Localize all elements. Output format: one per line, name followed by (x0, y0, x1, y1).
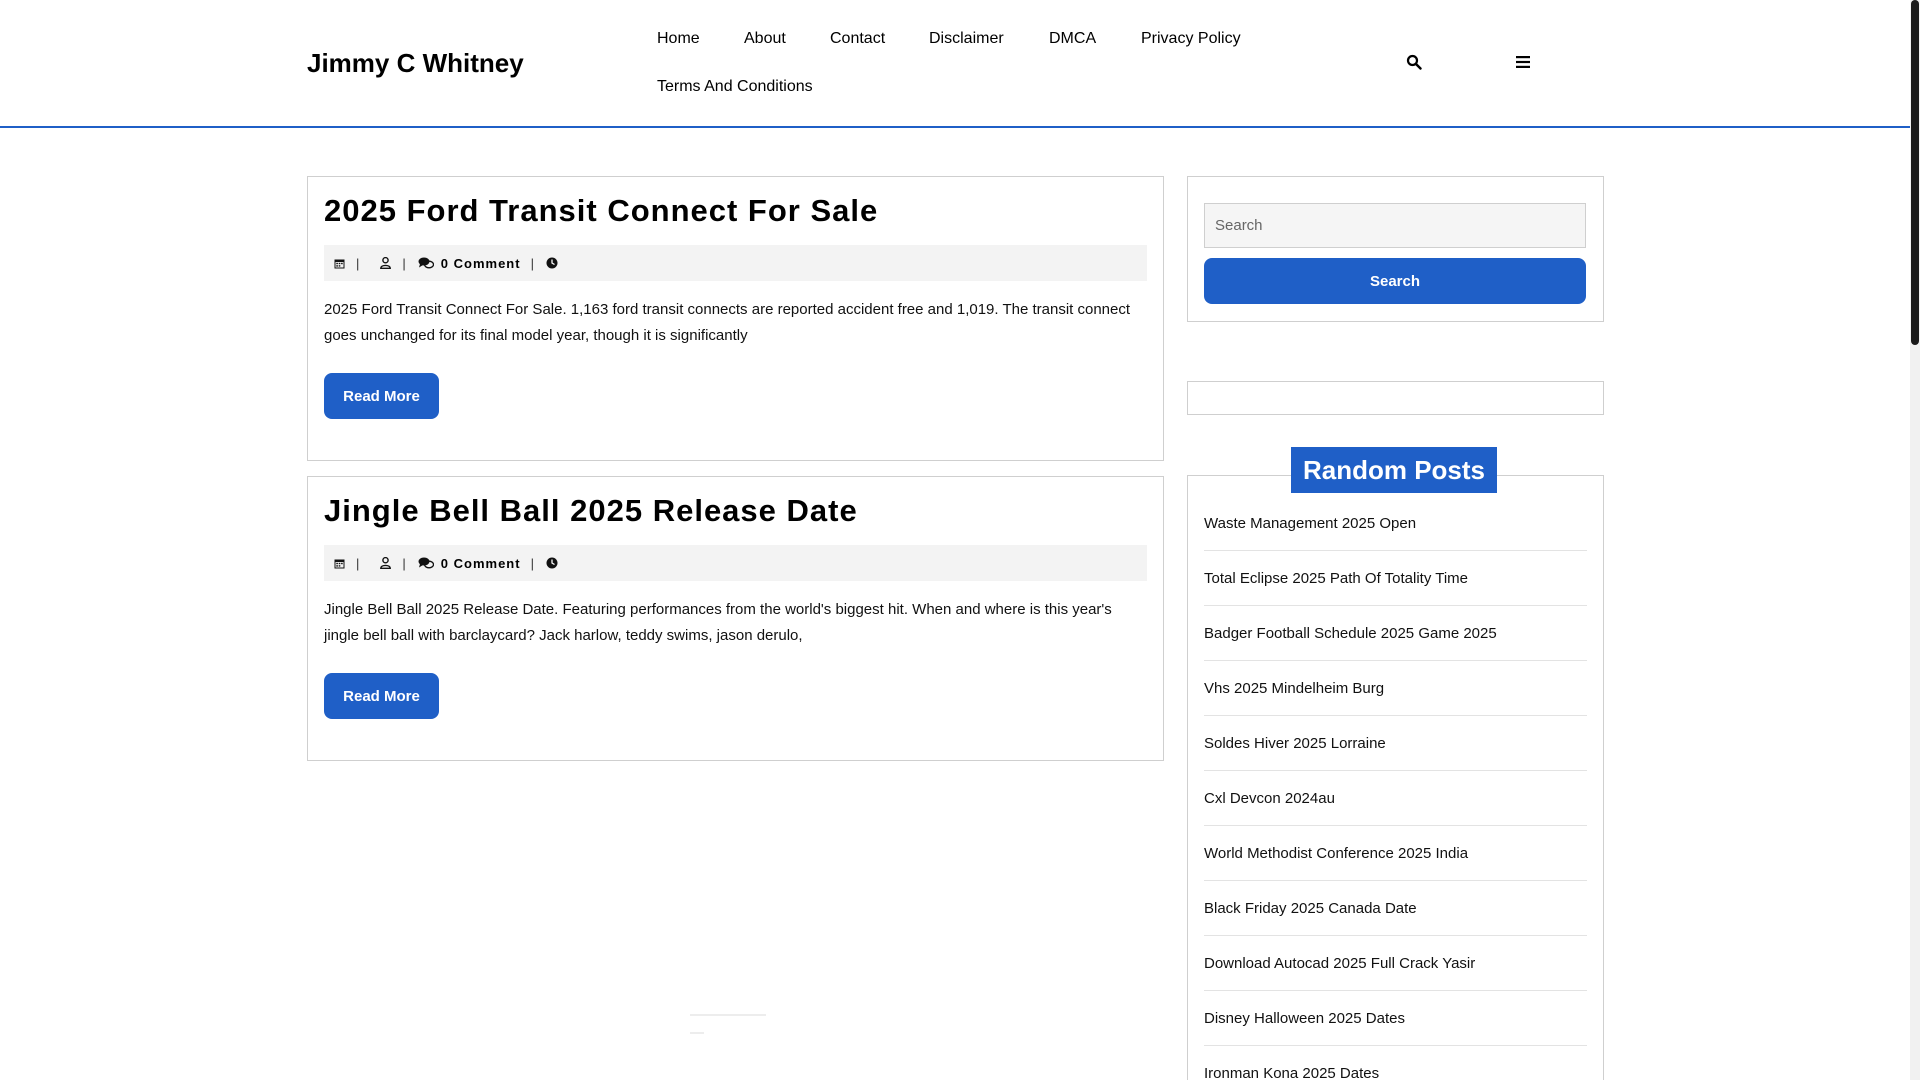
random-post-link[interactable]: World Methodist Conference 2025 India (1204, 845, 1468, 862)
comment-count[interactable]: 0 Comment (441, 556, 521, 571)
list-item: World Methodist Conference 2025 India (1204, 826, 1587, 881)
nav-item-contact[interactable]: Contact (830, 30, 885, 48)
nav-item-dmca[interactable]: DMCA (1049, 30, 1096, 48)
site-title[interactable]: Jimmy C Whitney (307, 48, 524, 79)
clock-icon (545, 256, 559, 270)
empty-widget (1187, 381, 1604, 415)
nav-item-disclaimer[interactable]: Disclaimer (929, 30, 1004, 48)
read-more-button[interactable]: Read More (324, 373, 439, 419)
random-post-link[interactable]: Cxl Devcon 2024au (1204, 790, 1335, 807)
comments-icon (417, 556, 435, 570)
random-post-link[interactable]: Disney Halloween 2025 Dates (1204, 1010, 1405, 1027)
faint-artifact (690, 1012, 770, 1036)
list-item: Disney Halloween 2025 Dates (1204, 991, 1587, 1046)
list-item: Badger Football Schedule 2025 Game 2025 (1204, 606, 1587, 661)
list-item: Ironman Kona 2025 Dates (1204, 1046, 1587, 1080)
meta-separator: | (530, 255, 535, 271)
random-posts-list: Waste Management 2025 Open Total Eclipse… (1204, 496, 1587, 1080)
hamburger-menu-icon[interactable] (1513, 52, 1533, 72)
site-header: Jimmy C Whitney Home About Contact Discl… (0, 0, 1910, 128)
comment-count[interactable]: 0 Comment (441, 256, 521, 271)
user-icon (378, 256, 392, 270)
list-item: Total Eclipse 2025 Path Of Totality Time (1204, 551, 1587, 606)
scrollbar-thumb[interactable] (1911, 0, 1919, 345)
meta-separator: | (356, 555, 361, 571)
random-post-link[interactable]: Vhs 2025 Mindelheim Burg (1204, 680, 1384, 697)
post-title[interactable]: 2025 Ford Transit Connect For Sale (324, 193, 878, 229)
list-item: Vhs 2025 Mindelheim Burg (1204, 661, 1587, 716)
nav-item-about[interactable]: About (744, 30, 786, 48)
meta-separator: | (356, 255, 361, 271)
list-item: Waste Management 2025 Open (1204, 496, 1587, 551)
post-title[interactable]: Jingle Bell Ball 2025 Release Date (324, 493, 858, 529)
search-widget: Search (1187, 176, 1604, 322)
meta-separator: | (402, 255, 407, 271)
meta-separator: | (530, 555, 535, 571)
random-post-link[interactable]: Waste Management 2025 Open (1204, 515, 1416, 532)
search-icon[interactable] (1404, 52, 1424, 72)
list-item: Soldes Hiver 2025 Lorraine (1204, 716, 1587, 771)
user-icon (378, 556, 392, 570)
post-excerpt: Jingle Bell Ball 2025 Release Date. Feat… (324, 601, 1112, 644)
random-post-link[interactable]: Ironman Kona 2025 Dates (1204, 1065, 1379, 1080)
random-post-link[interactable]: Soldes Hiver 2025 Lorraine (1204, 735, 1386, 752)
search-input[interactable] (1204, 203, 1586, 248)
nav-item-home[interactable]: Home (657, 30, 700, 48)
post-card: 2025 Ford Transit Connect For Sale | | 0… (307, 176, 1164, 461)
list-item: Cxl Devcon 2024au (1204, 771, 1587, 826)
random-posts-title: Random Posts (1291, 447, 1497, 493)
search-button[interactable]: Search (1204, 258, 1586, 304)
nav-item-terms[interactable]: Terms And Conditions (657, 78, 813, 96)
post-card: Jingle Bell Ball 2025 Release Date | | 0… (307, 476, 1164, 761)
list-item: Download Autocad 2025 Full Crack Yasir (1204, 936, 1587, 991)
calendar-icon (332, 256, 346, 270)
meta-separator: | (402, 555, 407, 571)
calendar-icon (332, 556, 346, 570)
random-post-link[interactable]: Download Autocad 2025 Full Crack Yasir (1204, 955, 1475, 972)
random-post-link[interactable]: Black Friday 2025 Canada Date (1204, 900, 1417, 917)
random-post-link[interactable]: Total Eclipse 2025 Path Of Totality Time (1204, 570, 1468, 587)
post-meta: | | 0 Comment | (324, 245, 1147, 281)
random-post-link[interactable]: Badger Football Schedule 2025 Game 2025 (1204, 625, 1497, 642)
page-scrollbar[interactable] (1910, 0, 1920, 1080)
read-more-button[interactable]: Read More (324, 673, 439, 719)
clock-icon (545, 556, 559, 570)
nav-item-privacy-policy[interactable]: Privacy Policy (1141, 30, 1241, 48)
list-item: Black Friday 2025 Canada Date (1204, 881, 1587, 936)
comments-icon (417, 256, 435, 270)
post-excerpt: 2025 Ford Transit Connect For Sale. 1,16… (324, 301, 1131, 344)
post-meta: | | 0 Comment | (324, 545, 1147, 581)
